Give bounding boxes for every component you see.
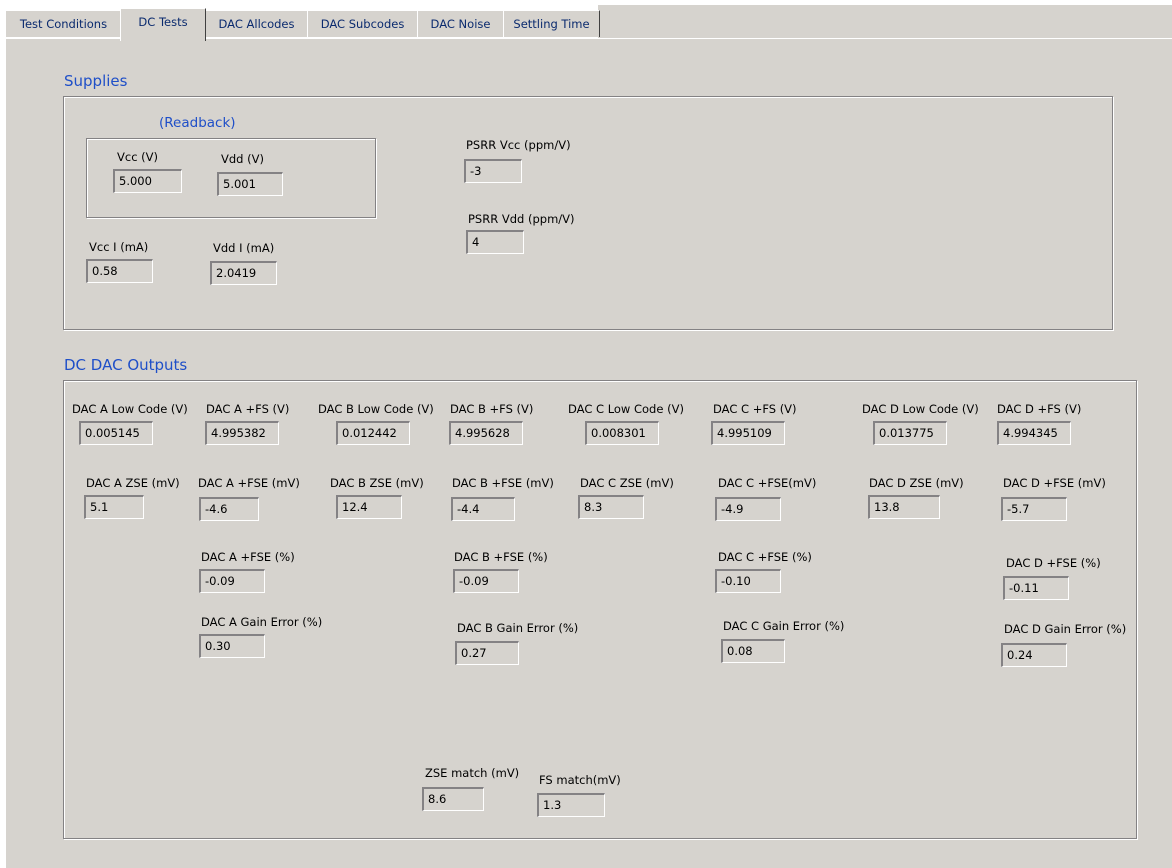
dac-a-fse-mv-label: DAC A +FSE (mV) xyxy=(198,476,300,490)
dac-d-zse-indicator: 13.8 xyxy=(868,495,940,519)
dac-b-fse-pct-label: DAC B +FSE (%) xyxy=(454,550,548,564)
tab-dac-subcodes[interactable]: DAC Subcodes xyxy=(307,10,418,37)
vcc-v-label: Vcc (V) xyxy=(117,150,159,164)
dac-d-low-code-label: DAC D Low Code (V) xyxy=(862,402,979,416)
dac-d-fs-label: DAC D +FS (V) xyxy=(997,402,1082,416)
dac-c-zse-label: DAC C ZSE (mV) xyxy=(580,476,674,490)
dac-a-zse-indicator: 5.1 xyxy=(84,495,144,519)
supplies-title: Supplies xyxy=(64,72,128,90)
dac-b-gain-error-label: DAC B Gain Error (%) xyxy=(457,621,579,635)
dac-c-fs-indicator: 4.995109 xyxy=(711,421,785,445)
dac-d-fs-indicator: 4.994345 xyxy=(997,421,1071,445)
dac-c-gain-error-label: DAC C Gain Error (%) xyxy=(723,619,845,633)
fs-match-label: FS match(mV) xyxy=(539,773,621,787)
vcc-v-indicator: 5.000 xyxy=(113,169,182,193)
tab-strip-background xyxy=(598,5,1172,38)
dac-a-fse-pct-label: DAC A +FSE (%) xyxy=(201,550,295,564)
dac-c-low-code-indicator: 0.008301 xyxy=(585,421,659,445)
psrr-vdd-indicator: 4 xyxy=(466,230,524,254)
dac-b-low-code-indicator: 0.012442 xyxy=(336,421,410,445)
dac-b-zse-label: DAC B ZSE (mV) xyxy=(330,476,424,490)
dac-b-zse-indicator: 12.4 xyxy=(336,495,402,519)
dac-a-zse-label: DAC A ZSE (mV) xyxy=(86,476,180,490)
dac-d-fse-pct-indicator: -0.11 xyxy=(1003,576,1069,600)
dac-a-low-code-indicator: 0.005145 xyxy=(79,421,153,445)
dac-b-fs-indicator: 4.995628 xyxy=(449,421,523,445)
dac-b-fse-mv-label: DAC B +FSE (mV) xyxy=(452,476,554,490)
dac-a-fse-pct-indicator: -0.09 xyxy=(199,569,265,593)
psrr-vcc-indicator: -3 xyxy=(464,159,522,183)
dac-c-fse-mv-label: DAC C +FSE(mV) xyxy=(718,476,817,490)
readback-label: (Readback) xyxy=(159,115,236,131)
dac-d-gain-error-indicator: 0.24 xyxy=(1001,643,1067,667)
tab-bar: Test Conditions DAC Allcodes DAC Subcode… xyxy=(0,0,1172,41)
zse-match-label: ZSE match (mV) xyxy=(425,766,520,780)
dac-c-low-code-label: DAC C Low Code (V) xyxy=(568,402,684,416)
vdd-i-label: Vdd I (mA) xyxy=(213,241,275,255)
vdd-v-label: Vdd (V) xyxy=(221,152,264,166)
tab-dac-noise[interactable]: DAC Noise xyxy=(417,10,504,37)
tab-dac-allcodes[interactable]: DAC Allcodes xyxy=(205,10,308,37)
dac-a-fs-label: DAC A +FS (V) xyxy=(206,402,290,416)
dac-c-fs-label: DAC C +FS (V) xyxy=(713,402,797,416)
dac-d-fse-mv-indicator: -5.7 xyxy=(1001,497,1067,521)
fs-match-indicator: 1.3 xyxy=(537,793,605,817)
dac-a-gain-error-indicator: 0.30 xyxy=(199,634,265,658)
dac-c-fse-mv-indicator: -4.9 xyxy=(715,497,781,521)
dac-d-gain-error-label: DAC D Gain Error (%) xyxy=(1004,622,1127,636)
dac-a-fs-indicator: 4.995382 xyxy=(205,421,279,445)
tab-dc-tests[interactable]: DC Tests xyxy=(120,8,206,41)
dac-b-low-code-label: DAC B Low Code (V) xyxy=(318,402,434,416)
tab-test-conditions[interactable]: Test Conditions xyxy=(5,10,122,37)
dac-b-gain-error-indicator: 0.27 xyxy=(455,641,519,665)
dc-outputs-title: DC DAC Outputs xyxy=(64,356,188,374)
dac-b-fse-mv-indicator: -4.4 xyxy=(451,497,515,521)
dac-a-fse-mv-indicator: -4.6 xyxy=(199,497,259,521)
dac-c-gain-error-indicator: 0.08 xyxy=(721,639,785,663)
psrr-vcc-label: PSRR Vcc (ppm/V) xyxy=(466,138,571,152)
dac-c-fse-pct-indicator: -0.10 xyxy=(715,569,781,593)
vdd-i-indicator: 2.0419 xyxy=(210,261,277,285)
dac-d-low-code-indicator: 0.013775 xyxy=(873,421,947,445)
dac-d-fse-mv-label: DAC D +FSE (mV) xyxy=(1003,476,1106,490)
psrr-vdd-label: PSRR Vdd (ppm/V) xyxy=(468,212,575,226)
zse-match-indicator: 8.6 xyxy=(422,787,484,811)
dac-a-gain-error-label: DAC A Gain Error (%) xyxy=(201,615,323,629)
dac-b-fs-label: DAC B +FS (V) xyxy=(450,402,534,416)
dac-c-zse-indicator: 8.3 xyxy=(578,495,644,519)
dac-b-fse-pct-indicator: -0.09 xyxy=(453,569,519,593)
vdd-v-indicator: 5.001 xyxy=(217,172,283,196)
vcc-i-indicator: 0.58 xyxy=(86,259,153,283)
dc-outputs-group xyxy=(63,380,1137,839)
dac-d-fse-pct-label: DAC D +FSE (%) xyxy=(1006,556,1101,570)
tab-settling-time[interactable]: Settling Time xyxy=(503,10,600,37)
dac-c-fse-pct-label: DAC C +FSE (%) xyxy=(718,550,812,564)
vcc-i-label: Vcc I (mA) xyxy=(89,240,149,254)
dac-d-zse-label: DAC D ZSE (mV) xyxy=(869,476,964,490)
dac-a-low-code-label: DAC A Low Code (V) xyxy=(72,402,188,416)
